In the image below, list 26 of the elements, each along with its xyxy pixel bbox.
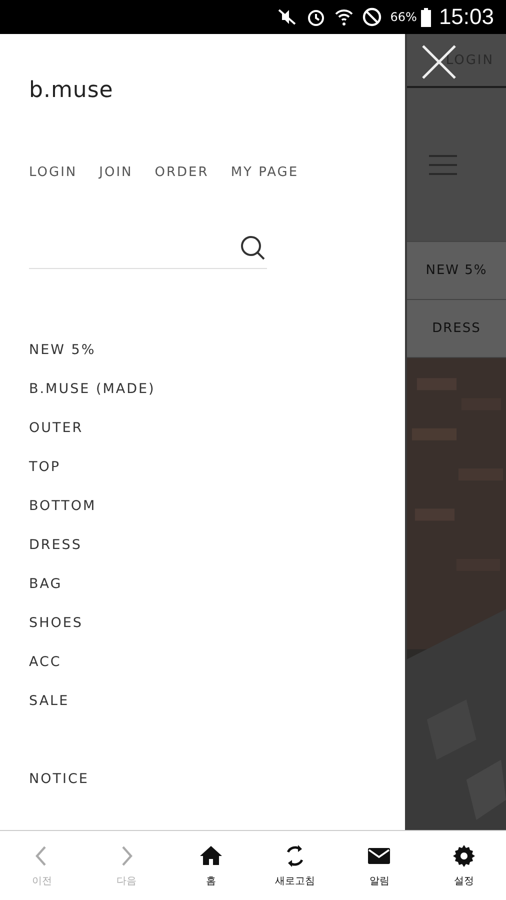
category-link[interactable]: SALE — [29, 692, 405, 711]
category-link[interactable]: ACC — [29, 653, 405, 672]
notice-link[interactable]: NOTICE — [29, 770, 405, 789]
category-link[interactable]: SHOES — [29, 614, 405, 633]
alarm-clock-icon — [306, 7, 326, 27]
home-icon — [198, 844, 223, 868]
category-link[interactable]: BAG — [29, 575, 405, 594]
header-link[interactable]: JOIN — [99, 165, 133, 180]
header-link[interactable]: ORDER — [154, 165, 209, 180]
logo: b.muse — [29, 78, 114, 103]
category-link[interactable]: BOTTOM — [29, 497, 405, 516]
category-link[interactable]: DRESS — [29, 536, 405, 555]
search-icon[interactable] — [239, 234, 267, 262]
clock-time: 15:03 — [438, 4, 494, 30]
category-link[interactable]: B.MUSE (MADE) — [29, 380, 405, 399]
settings-icon — [452, 844, 476, 868]
header-link[interactable]: MY PAGE — [230, 165, 299, 180]
battery-icon — [420, 7, 431, 27]
header-link[interactable]: LOGIN — [29, 165, 78, 180]
wifi-icon — [334, 7, 354, 27]
category-link[interactable]: NEW 5% — [29, 341, 405, 360]
mute-icon — [276, 8, 298, 26]
battery-percent: 66% — [390, 10, 417, 24]
category-link[interactable]: TOP — [29, 458, 405, 477]
category-link[interactable]: OUTER — [29, 419, 405, 438]
do-not-disturb-icon — [362, 7, 382, 27]
